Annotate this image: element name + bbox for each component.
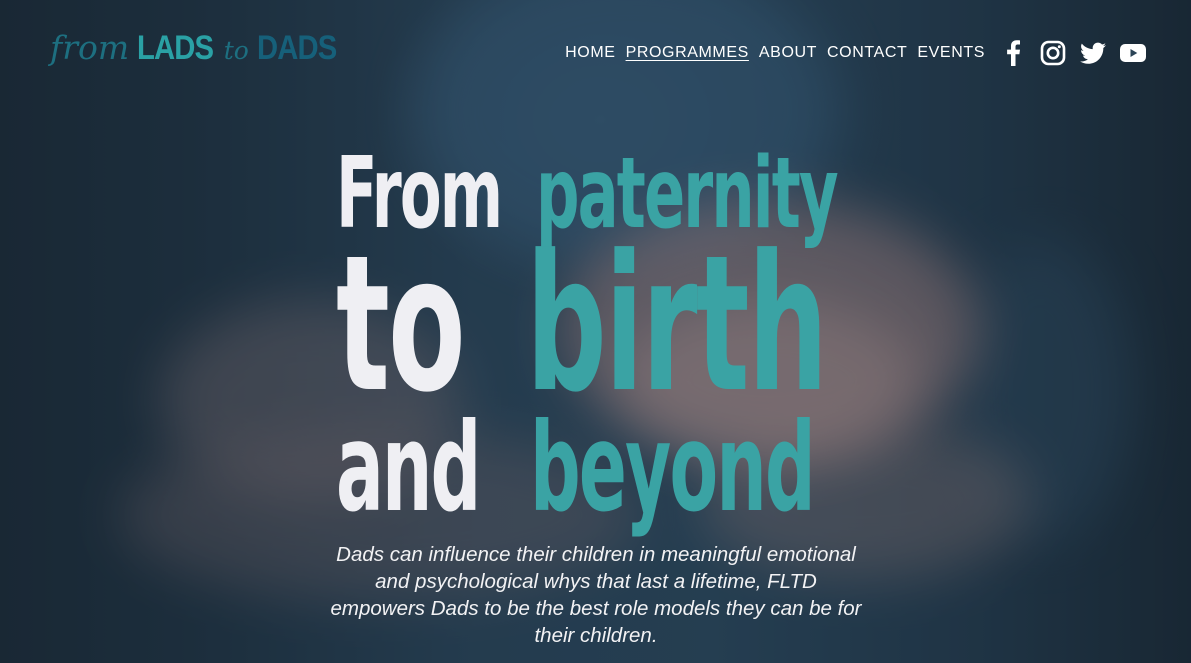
nav-item-home[interactable]: HOME [565, 44, 615, 62]
youtube-icon[interactable] [1120, 40, 1146, 66]
logo-word-to: to [223, 36, 249, 65]
nav-item-programmes[interactable]: PROGRAMMES [626, 44, 749, 62]
hero-tagline: Dads can influence their children in mea… [330, 542, 862, 647]
nav-item-contact[interactable]: CONTACT [827, 44, 907, 62]
main-nav: HOME PROGRAMMES ABOUT CONTACT EVENTS [565, 44, 985, 62]
logo-word-from: from [50, 28, 130, 67]
instagram-icon[interactable] [1040, 40, 1066, 66]
site-logo[interactable]: from LADS to DADS [50, 28, 349, 68]
social-links [1000, 40, 1146, 66]
headline-word-to: to [336, 215, 466, 435]
nav-item-about[interactable]: ABOUT [759, 44, 817, 62]
headline-word-birth: birth [526, 215, 828, 435]
logo-word-dads: DADS [256, 29, 337, 67]
twitter-icon[interactable] [1080, 40, 1106, 66]
headline-row-3: and beyond [336, 397, 816, 540]
logo-word-lads: LADS [137, 29, 214, 67]
headline-word-and: and [336, 397, 481, 540]
facebook-icon[interactable] [1000, 40, 1026, 66]
headline-word-beyond: beyond [530, 397, 816, 540]
headline-row-2: to birth [336, 215, 828, 435]
nav-item-events[interactable]: EVENTS [917, 44, 985, 62]
